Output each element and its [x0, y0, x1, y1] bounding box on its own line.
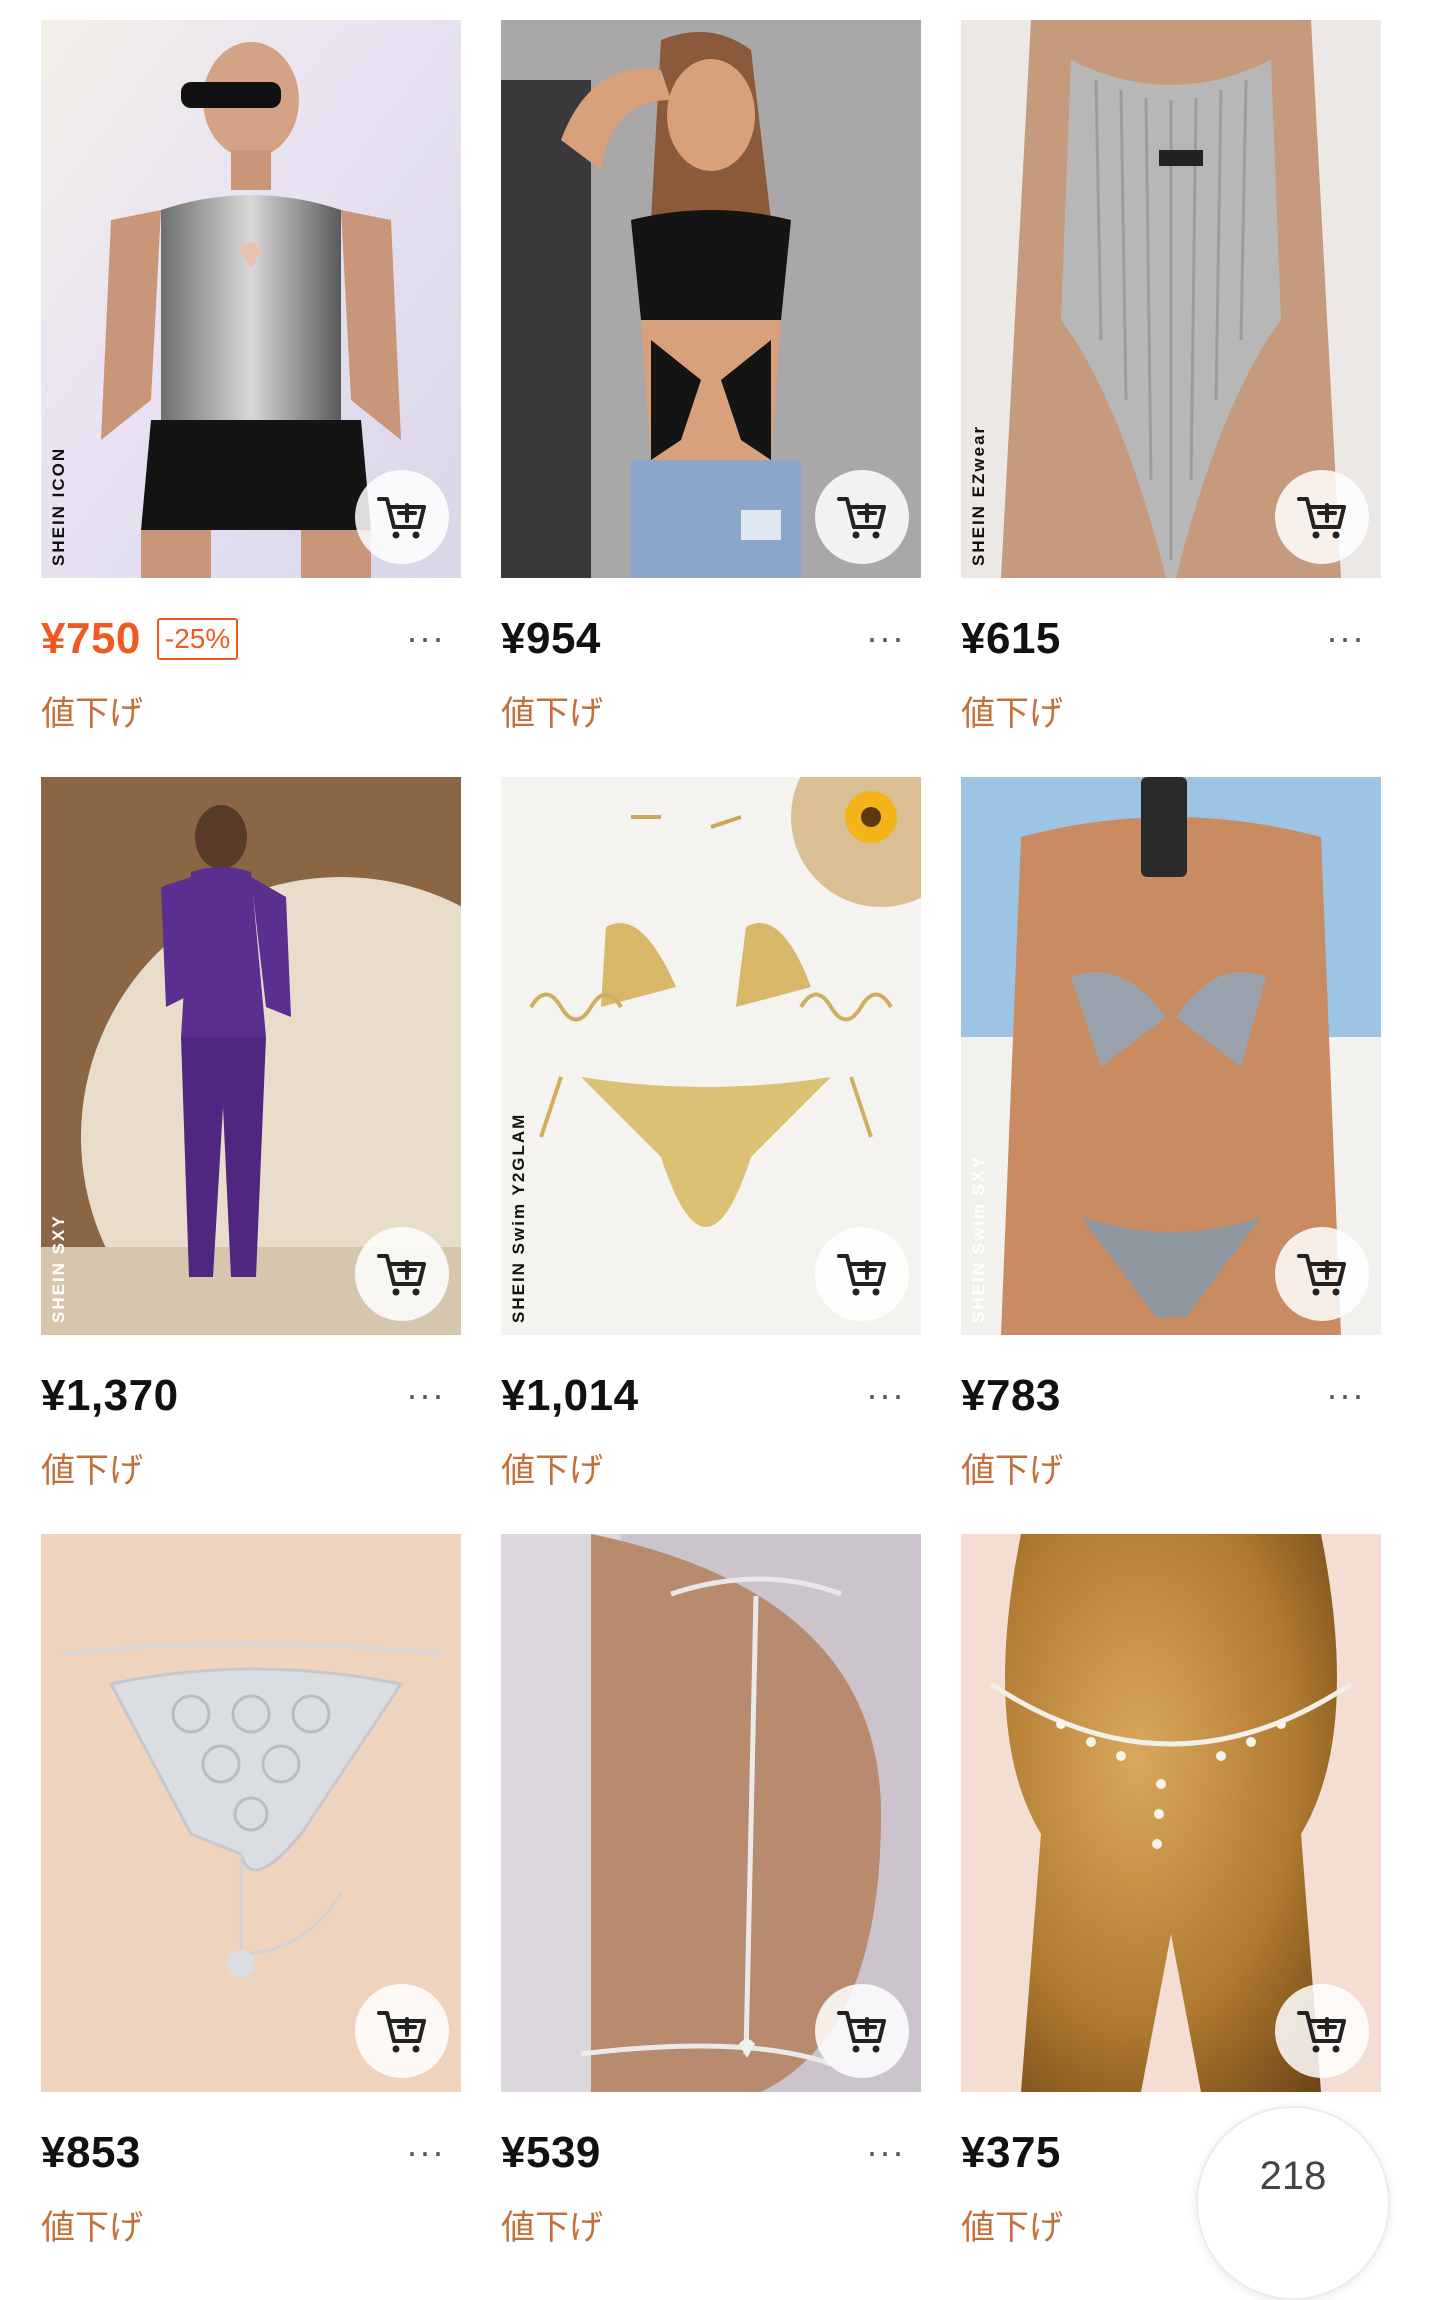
- product-price: ¥853: [41, 2128, 141, 2177]
- product-info: ¥783 ··· 値下げ: [961, 1335, 1381, 1534]
- product-price: ¥783: [961, 1371, 1061, 1420]
- price-row: ¥615: [961, 614, 1061, 664]
- item-count: 218: [1259, 2154, 1327, 2198]
- more-options-icon[interactable]: ···: [406, 1377, 445, 1413]
- cart-plus-icon: [1297, 2011, 1346, 2053]
- price-row: ¥853: [41, 2128, 141, 2178]
- add-to-cart-button[interactable]: [815, 470, 909, 564]
- product-price: ¥954: [501, 614, 601, 663]
- product-info: ¥615 ··· 値下げ: [961, 578, 1381, 777]
- price-drop-tag: 値下げ: [501, 1452, 603, 1490]
- price-row: ¥1,014: [501, 1371, 639, 1421]
- product-image[interactable]: SHEIN ICON: [41, 20, 461, 578]
- price-row: ¥954: [501, 614, 601, 664]
- price-drop-tag: 値下げ: [501, 695, 603, 733]
- product-image[interactable]: [501, 20, 921, 578]
- more-options-icon[interactable]: ···: [406, 620, 445, 656]
- cart-plus-icon: [837, 497, 886, 539]
- product-grid: SHEIN ICON ¥750 -25% ··· 値下げ ¥954 ··· 値下…: [41, 20, 1381, 2291]
- add-to-cart-button[interactable]: [815, 1984, 909, 2078]
- price-row: ¥1,370: [41, 1371, 179, 1421]
- price-drop-tag: 値下げ: [961, 2209, 1063, 2247]
- price-drop-tag: 値下げ: [41, 2209, 143, 2247]
- cart-plus-icon: [837, 2011, 886, 2053]
- add-to-cart-button[interactable]: [355, 1227, 449, 1321]
- add-to-cart-button[interactable]: [815, 1227, 909, 1321]
- add-to-cart-button[interactable]: [1275, 1984, 1369, 2078]
- cart-plus-icon: [1297, 1254, 1346, 1296]
- more-options-icon[interactable]: ···: [1326, 620, 1365, 656]
- brand-label: SHEIN Swim SXY: [969, 1155, 988, 1323]
- add-to-cart-button[interactable]: [1275, 470, 1369, 564]
- product-card[interactable]: SHEIN EZwear ¥615 ··· 値下げ: [961, 20, 1381, 777]
- cart-plus-icon: [377, 2011, 426, 2053]
- product-image[interactable]: SHEIN SXY: [41, 777, 461, 1335]
- add-to-cart-button[interactable]: [355, 470, 449, 564]
- product-card[interactable]: ¥954 ··· 値下げ: [501, 20, 921, 777]
- product-card[interactable]: ¥539 ··· 値下げ: [501, 1534, 921, 2291]
- price-drop-tag: 値下げ: [41, 695, 143, 733]
- product-info: ¥1,370 ··· 値下げ: [41, 1335, 461, 1534]
- more-options-icon[interactable]: ···: [406, 2134, 445, 2170]
- product-info: ¥853 ··· 値下げ: [41, 2092, 461, 2291]
- product-price: ¥1,014: [501, 1371, 639, 1420]
- product-card[interactable]: SHEIN Swim Y2GLAM ¥1,014 ··· 値下げ: [501, 777, 921, 1534]
- more-options-icon[interactable]: ···: [1326, 1377, 1365, 1413]
- add-to-cart-button[interactable]: [355, 1984, 449, 2078]
- product-price: ¥1,370: [41, 1371, 179, 1420]
- product-image[interactable]: SHEIN Swim Y2GLAM: [501, 777, 921, 1335]
- more-options-icon[interactable]: ···: [866, 2134, 905, 2170]
- cart-plus-icon: [837, 1254, 886, 1296]
- price-drop-tag: 値下げ: [961, 1452, 1063, 1490]
- product-price: ¥539: [501, 2128, 601, 2177]
- product-image[interactable]: [41, 1534, 461, 2092]
- product-price: ¥375: [961, 2128, 1061, 2177]
- product-price: ¥750: [41, 614, 141, 663]
- cart-plus-icon: [1297, 497, 1346, 539]
- price-row: ¥375: [961, 2128, 1061, 2178]
- brand-label: SHEIN SXY: [49, 1214, 68, 1323]
- brand-label: SHEIN ICON: [49, 446, 68, 566]
- floating-count-badge[interactable]: 218: [1196, 2106, 1390, 2300]
- more-options-icon[interactable]: ···: [866, 620, 905, 656]
- product-info: ¥954 ··· 値下げ: [501, 578, 921, 777]
- cart-plus-icon: [377, 497, 426, 539]
- product-card[interactable]: SHEIN SXY ¥1,370 ··· 値下げ: [41, 777, 461, 1534]
- cart-plus-icon: [377, 1254, 426, 1296]
- price-row: ¥783: [961, 1371, 1061, 1421]
- product-card[interactable]: ¥853 ··· 値下げ: [41, 1534, 461, 2291]
- product-image[interactable]: [501, 1534, 921, 2092]
- product-card[interactable]: SHEIN Swim SXY ¥783 ··· 値下げ: [961, 777, 1381, 1534]
- product-price: ¥615: [961, 614, 1061, 663]
- product-image[interactable]: SHEIN Swim SXY: [961, 777, 1381, 1335]
- price-drop-tag: 値下げ: [41, 1452, 143, 1490]
- product-info: ¥539 ··· 値下げ: [501, 2092, 921, 2291]
- price-drop-tag: 値下げ: [961, 695, 1063, 733]
- product-info: ¥750 -25% ··· 値下げ: [41, 578, 461, 777]
- discount-badge: -25%: [156, 618, 239, 660]
- price-row: ¥750 -25%: [41, 614, 239, 664]
- price-drop-tag: 値下げ: [501, 2209, 603, 2247]
- price-row: ¥539: [501, 2128, 601, 2178]
- product-image[interactable]: [961, 1534, 1381, 2092]
- product-image[interactable]: SHEIN EZwear: [961, 20, 1381, 578]
- more-options-icon[interactable]: ···: [866, 1377, 905, 1413]
- brand-label: SHEIN EZwear: [969, 424, 988, 566]
- add-to-cart-button[interactable]: [1275, 1227, 1369, 1321]
- product-info: ¥1,014 ··· 値下げ: [501, 1335, 921, 1534]
- brand-label: SHEIN Swim Y2GLAM: [509, 1112, 528, 1323]
- product-card[interactable]: SHEIN ICON ¥750 -25% ··· 値下げ: [41, 20, 461, 777]
